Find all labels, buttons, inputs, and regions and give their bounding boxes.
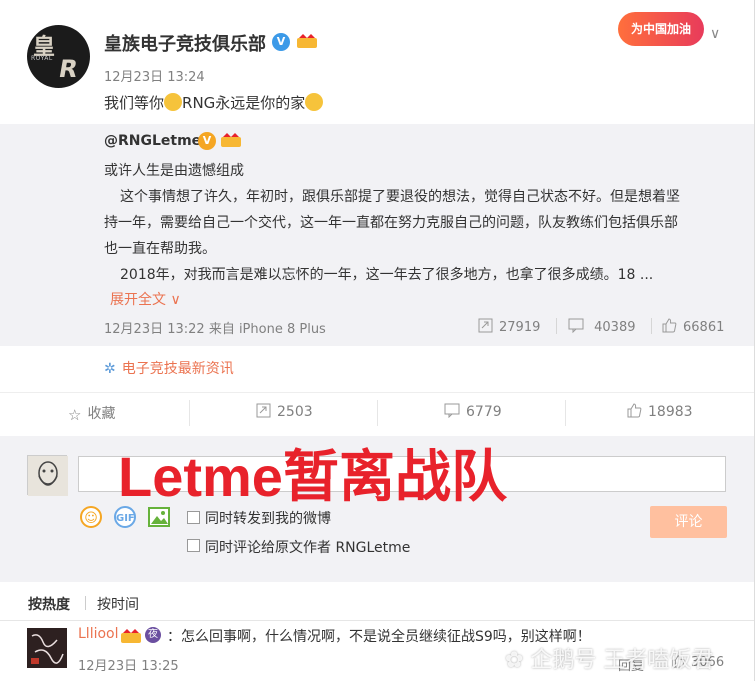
star-icon: ☆ xyxy=(68,406,82,424)
topic-label: 电子竞技最新资讯 xyxy=(121,361,234,377)
repost-line: 也一直在帮助我。 xyxy=(104,241,216,257)
repost-to-my-weibo-checkbox[interactable] xyxy=(187,511,200,524)
repost-comments[interactable]: 40389 xyxy=(568,318,636,335)
gif-icon[interactable]: GIF xyxy=(114,506,136,528)
author-name[interactable]: 皇族电子竞技俱乐部 xyxy=(104,30,266,56)
hug-emoji-icon xyxy=(305,93,324,111)
expand-full-text-link[interactable]: 展开全文 ∨ xyxy=(110,289,181,309)
repost-reposts-count: 27919 xyxy=(499,320,541,335)
repost-line: 这个事情想了许久，年初时，跟俱乐部提了要退役的想法，觉得自己状态不好。但是想着坚 xyxy=(120,189,680,205)
divider xyxy=(0,620,754,621)
sort-by-time-tab[interactable]: 按时间 xyxy=(97,594,139,614)
verified-icon: V xyxy=(272,33,290,51)
commenter-avatar[interactable] xyxy=(27,628,67,668)
repost-likes-count: 66861 xyxy=(683,320,725,335)
repost-likes[interactable]: 66861 xyxy=(662,318,724,335)
chevron-down-icon[interactable]: ∨ xyxy=(710,26,720,42)
overlay-title: Letme暂离战队 xyxy=(118,445,507,508)
repost-comments-count: 40389 xyxy=(594,320,636,335)
weibo-card: 皇 ROYAL R 皇族电子竞技俱乐部 V 为中国加油 ∨ 12月23日 13:… xyxy=(0,0,755,681)
divider xyxy=(85,596,86,610)
comment-to-author-checkbox[interactable] xyxy=(187,539,200,552)
image-icon[interactable] xyxy=(148,506,170,528)
thumbs-up-icon xyxy=(662,318,677,333)
divider xyxy=(189,400,190,426)
repost-line: 持一年，需要给自己一个交代，这一年一直都在努力克服自己的问题，队友教练们包括俱乐… xyxy=(104,215,678,231)
repost-line: 2018年，对我而言是难以忘怀的一年，这一年去了很多地方，也拿了很多成绩。18 … xyxy=(120,267,654,283)
comment-username-text: Llliool xyxy=(78,626,119,642)
divider xyxy=(651,318,652,334)
verified-gold-icon: V xyxy=(198,132,216,150)
repost-icon xyxy=(478,318,493,333)
sort-by-hot-tab[interactable]: 按热度 xyxy=(28,594,70,614)
repost-meta: 12月23日 13:22 来自 iPhone 8 Plus xyxy=(104,322,326,337)
sketch-face-icon xyxy=(28,456,68,496)
repost-to-my-weibo-label: 同时转发到我的微博 xyxy=(205,511,331,527)
favorite-button[interactable]: ☆ 收藏 xyxy=(68,403,115,424)
repost-button[interactable]: 2503 xyxy=(256,403,313,420)
favorite-label: 收藏 xyxy=(87,406,116,422)
promo-badge[interactable]: 为中国加油 xyxy=(618,12,704,46)
divider xyxy=(565,400,566,426)
post-text-part1: 我们等你 xyxy=(104,94,165,112)
current-user-avatar[interactable] xyxy=(27,455,68,496)
repost-reposts[interactable]: 27919 xyxy=(478,318,540,335)
crying-emoji-icon xyxy=(164,93,183,111)
watermark: ✿ 企鹅号 王者嗑饭君 xyxy=(505,642,713,674)
comment-icon xyxy=(568,318,584,333)
repost-line: 或许人生是由遗憾组成 xyxy=(104,163,244,179)
vip-crown-icon xyxy=(221,133,241,147)
comment-count: 6779 xyxy=(466,404,502,420)
topic-icon: ✲ xyxy=(104,361,116,377)
comment-to-author-label: 同时评论给原文作者 RNGLetme xyxy=(205,540,411,556)
post-text: 我们等你 RNG永远是你的家 xyxy=(104,92,324,113)
vip-crown-icon xyxy=(297,34,317,48)
repost-count: 2503 xyxy=(277,404,313,420)
thumbs-up-icon xyxy=(627,403,642,418)
comment-username[interactable]: Llliool xyxy=(78,626,119,642)
post-time[interactable]: 12月23日 13:24 xyxy=(104,66,205,85)
vip-crown-icon xyxy=(121,629,141,643)
repost-author[interactable]: @RNGLetme xyxy=(104,133,201,149)
emoji-icon[interactable]: ☺ xyxy=(80,506,102,528)
repost-block xyxy=(0,124,754,346)
divider xyxy=(556,318,557,334)
comment-button[interactable]: 6779 xyxy=(444,403,502,420)
post-text-part2: RNG永远是你的家 xyxy=(182,94,306,112)
repost-icon xyxy=(256,403,271,418)
topic-link[interactable]: ✲ 电子竞技最新资讯 xyxy=(104,358,234,378)
penguin-logo-icon: ✿ xyxy=(505,648,524,673)
fan-badge-icon: 夜 xyxy=(145,627,161,643)
comment-time: 12月23日 13:25 xyxy=(78,659,179,674)
watermark-text: 企鹅号 王者嗑饭君 xyxy=(530,648,714,673)
comment-icon xyxy=(444,403,460,418)
submit-comment-button[interactable]: 评论 xyxy=(650,506,727,538)
like-count: 18983 xyxy=(648,404,693,420)
calligraphy-avatar-icon xyxy=(27,628,67,668)
divider xyxy=(377,400,378,426)
like-button[interactable]: 18983 xyxy=(627,403,693,420)
author-avatar[interactable]: 皇 ROYAL R xyxy=(27,25,90,88)
